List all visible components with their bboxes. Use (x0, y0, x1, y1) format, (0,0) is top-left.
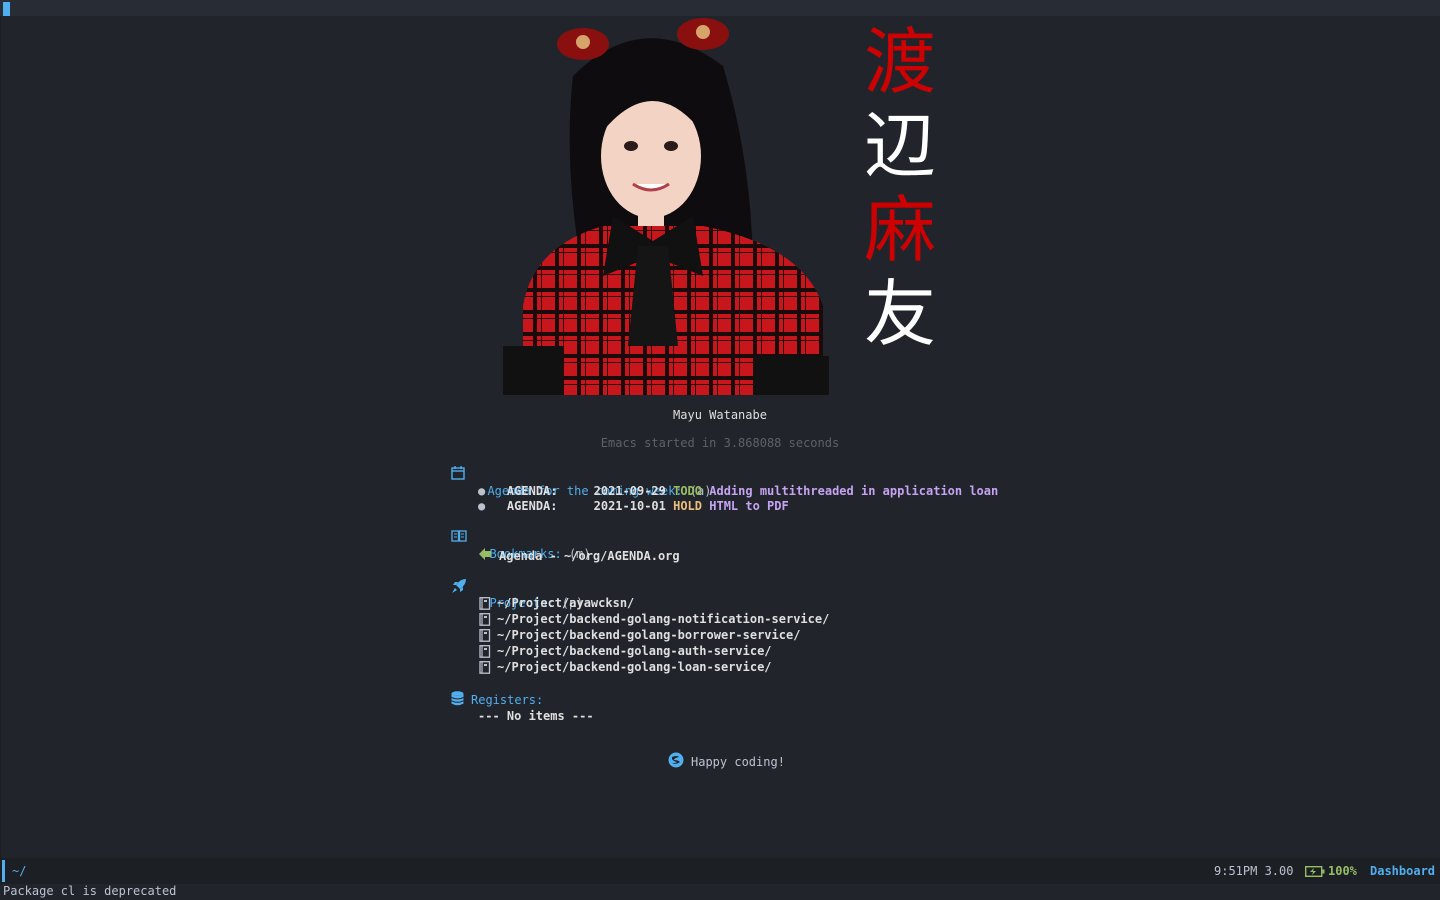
modeline-major-mode[interactable]: Dashboard (1370, 864, 1435, 878)
agenda-item[interactable]: ● AGENDA: 2021-10-01 HOLD HTML to PDF (478, 498, 789, 514)
text-cursor (3, 2, 10, 16)
agenda-label: AGENDA: (506, 484, 558, 498)
hold-state: HOLD (673, 499, 703, 513)
title-bar (0, 0, 1440, 16)
banner-caption: Mayu Watanabe (673, 408, 767, 422)
banner-image (503, 16, 829, 395)
todo-state: TODO (673, 484, 703, 498)
repo-icon (479, 645, 491, 658)
bookmark-item[interactable]: Agenda - ~/org/AGENDA.org (499, 548, 680, 564)
database-icon (451, 691, 464, 706)
repo-icon (479, 597, 491, 610)
modeline-time-load: 9:51PM 3.00 (1214, 864, 1294, 878)
agenda-date: 2021-10-01 (593, 499, 666, 513)
agenda-task: Adding multithreaded in application loan (709, 484, 999, 498)
rocket-icon (452, 579, 466, 593)
startup-time: Emacs started in 3.868088 seconds (600, 436, 840, 450)
registers-heading[interactable]: Registers: (471, 692, 543, 708)
project-item[interactable]: ~/Project/backend-golang-loan-service/ (497, 659, 772, 675)
modeline-indicator (2, 860, 5, 882)
projects-heading[interactable]: Projects: (p) (475, 579, 583, 610)
emacs-logo-icon (668, 752, 684, 768)
agenda-date: 2021-09-29 (593, 484, 666, 498)
agenda-label: AGENDA: (506, 499, 558, 513)
agenda-heading[interactable]: Agenda for the coming week: (a) (473, 467, 711, 498)
echo-area-message: Package cl is deprecated (3, 884, 177, 898)
footer-message: Happy coding! (691, 755, 785, 769)
kanji-4: 友 (863, 272, 936, 356)
project-item[interactable]: ~/Project/backend-golang-notification-se… (497, 611, 829, 627)
registers-empty: --- No items --- (478, 709, 594, 723)
book-icon (451, 530, 467, 542)
modeline-path[interactable]: ~/ (12, 864, 26, 878)
calendar-icon (451, 466, 465, 480)
bookmark-arrow-icon (479, 548, 491, 560)
repo-icon (479, 629, 491, 642)
battery-icon (1305, 866, 1325, 877)
project-item[interactable]: ~/Project/ayawcksn/ (497, 595, 634, 611)
modeline-battery: 100% (1328, 864, 1357, 878)
project-item[interactable]: ~/Project/backend-golang-borrower-servic… (497, 627, 800, 643)
mode-line: ~/ 9:51PM 3.00 100% Dashboard (0, 858, 1440, 884)
agenda-task: HTML to PDF (709, 499, 789, 513)
kanji-3: 麻 (863, 188, 936, 272)
kanji-2: 辺 (863, 104, 936, 188)
bookmarks-heading[interactable]: Bookmarks: (m) (475, 530, 590, 561)
bullet: ● (478, 484, 486, 498)
agenda-item[interactable]: ● AGENDA: 2021-09-29 TODO Adding multith… (478, 483, 998, 499)
kanji-title: 渡 辺 麻 友 (860, 20, 940, 356)
bullet: ● (478, 499, 486, 513)
project-item[interactable]: ~/Project/backend-golang-auth-service/ (497, 643, 772, 659)
repo-icon (479, 661, 491, 674)
repo-icon (479, 613, 491, 626)
kanji-1: 渡 (863, 20, 936, 104)
